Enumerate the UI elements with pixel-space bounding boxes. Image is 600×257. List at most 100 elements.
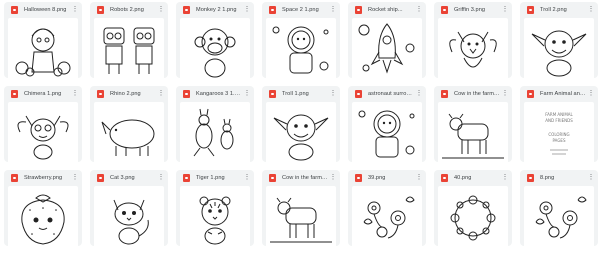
more-options-icon[interactable]: ⋮ bbox=[500, 6, 510, 13]
file-tile[interactable]: 40.png ⋮ bbox=[434, 170, 512, 246]
file-tile[interactable]: Monkey 2 1.png ⋮ bbox=[176, 2, 254, 78]
file-tile[interactable]: Kangaroos 3 1.png ⋮ bbox=[176, 86, 254, 162]
more-options-icon[interactable]: ⋮ bbox=[242, 6, 252, 13]
file-tile-header: Rocket ship... ⋮ bbox=[348, 2, 426, 17]
file-name: Kangaroos 3 1.png bbox=[196, 90, 242, 97]
more-options-icon[interactable]: ⋮ bbox=[242, 90, 252, 97]
file-thumbnail bbox=[266, 18, 336, 78]
more-options-icon[interactable]: ⋮ bbox=[70, 90, 80, 97]
file-tile[interactable]: Space 2 1.png ⋮ bbox=[262, 2, 340, 78]
troll-drawing bbox=[531, 30, 587, 77]
file-name: astronaut surrounde... bbox=[368, 90, 414, 97]
image-file-icon bbox=[527, 5, 534, 14]
file-tile[interactable]: Tiger 1.png ⋮ bbox=[176, 170, 254, 246]
file-tile-header: Chimera 1.png ⋮ bbox=[4, 86, 82, 101]
astronaut-drawing bbox=[272, 26, 329, 74]
file-thumbnail bbox=[524, 186, 594, 246]
image-file-icon bbox=[441, 89, 448, 98]
file-tile-header: Griffin 3.png ⋮ bbox=[434, 2, 512, 17]
more-options-icon[interactable]: ⋮ bbox=[414, 90, 424, 97]
image-file-icon bbox=[11, 173, 18, 182]
file-tile-header: Robots 2.png ⋮ bbox=[90, 2, 168, 17]
image-file-icon bbox=[355, 5, 362, 14]
file-tile-header: Space 2 1.png ⋮ bbox=[262, 2, 340, 17]
more-options-icon[interactable]: ⋮ bbox=[500, 174, 510, 181]
more-options-icon[interactable]: ⋮ bbox=[156, 174, 166, 181]
file-name: Cat 3.png bbox=[110, 174, 135, 181]
file-name: Cow in the farm 2.png bbox=[454, 90, 500, 97]
more-options-icon[interactable]: ⋮ bbox=[414, 174, 424, 181]
flowers-drawing bbox=[363, 196, 415, 239]
file-tile-header: Cat 3.png ⋮ bbox=[90, 170, 168, 185]
file-name: Halloween 8.png bbox=[24, 6, 67, 13]
more-options-icon[interactable]: ⋮ bbox=[500, 90, 510, 97]
more-options-icon[interactable]: ⋮ bbox=[70, 174, 80, 181]
more-options-icon[interactable]: ⋮ bbox=[414, 6, 424, 13]
file-thumbnail bbox=[352, 186, 422, 246]
image-file-icon bbox=[11, 5, 18, 14]
file-tile[interactable]: Chimera 1.png ⋮ bbox=[4, 86, 82, 162]
file-tile-header: Kangaroos 3 1.png ⋮ bbox=[176, 86, 254, 101]
file-thumbnail bbox=[180, 18, 250, 78]
file-thumbnail bbox=[438, 186, 508, 246]
image-file-icon bbox=[441, 173, 448, 182]
file-tile[interactable]: Rocket ship... ⋮ bbox=[348, 2, 426, 78]
file-tile-header: astronaut surrounde...⋮ bbox=[348, 86, 426, 101]
file-tile-header: Rhino 2.png ⋮ bbox=[90, 86, 168, 101]
more-options-icon[interactable]: ⋮ bbox=[328, 174, 338, 181]
image-file-icon bbox=[269, 173, 276, 182]
file-name: Griffin 3.png bbox=[454, 6, 486, 13]
file-name: 39.png bbox=[368, 174, 386, 181]
file-name: 40.png bbox=[454, 174, 472, 181]
more-options-icon[interactable]: ⋮ bbox=[328, 6, 338, 13]
file-thumbnail bbox=[438, 18, 508, 78]
image-file-icon bbox=[355, 173, 362, 182]
troll-drawing bbox=[273, 114, 329, 161]
image-file-icon bbox=[269, 89, 276, 98]
file-tile[interactable]: Cat 3.png ⋮ bbox=[90, 170, 168, 246]
file-thumbnail: FARM ANIMAL AND FRIENDS COLORING PAGES bbox=[524, 102, 594, 162]
more-options-icon[interactable]: ⋮ bbox=[156, 90, 166, 97]
title-page-text: FARM ANIMAL bbox=[545, 112, 573, 117]
file-tile[interactable]: Halloween 8.png ⋮ bbox=[4, 2, 82, 78]
file-tile[interactable]: Cow in the farm 1.png⋮ bbox=[262, 170, 340, 246]
title-page-text: COLORING bbox=[548, 132, 569, 137]
tiger-drawing bbox=[199, 196, 231, 245]
file-thumbnail bbox=[266, 186, 336, 246]
file-thumbnail bbox=[352, 102, 422, 162]
file-name: Tiger 1.png bbox=[196, 174, 225, 181]
image-file-icon bbox=[97, 89, 104, 98]
file-thumbnail bbox=[8, 102, 78, 162]
monkey-drawing bbox=[194, 28, 236, 78]
file-tile[interactable]: Cow in the farm 2.png⋮ bbox=[434, 86, 512, 162]
image-file-icon bbox=[97, 5, 104, 14]
file-tile[interactable]: 8.png ⋮ bbox=[520, 170, 598, 246]
file-tile[interactable]: Griffin 3.png ⋮ bbox=[434, 2, 512, 78]
flowers-drawing bbox=[535, 196, 587, 239]
file-name: Cow in the farm 1.png bbox=[282, 174, 328, 181]
image-file-icon bbox=[527, 173, 534, 182]
cat-drawing bbox=[113, 199, 149, 245]
file-name: Space 2 1.png bbox=[282, 6, 319, 13]
file-tile[interactable]: Farm Animal and... ⋮ FARM ANIMAL AND FRIEND… bbox=[520, 86, 598, 162]
file-tile-header: 40.png ⋮ bbox=[434, 170, 512, 185]
file-tile-header: Troll 2.png ⋮ bbox=[520, 2, 598, 17]
more-options-icon[interactable]: ⋮ bbox=[586, 90, 596, 97]
file-thumbnail bbox=[94, 186, 164, 246]
more-options-icon[interactable]: ⋮ bbox=[328, 90, 338, 97]
more-options-icon[interactable]: ⋮ bbox=[70, 6, 80, 13]
file-tile[interactable]: Troll 1.png ⋮ bbox=[262, 86, 340, 162]
file-tile-header: Halloween 8.png ⋮ bbox=[4, 2, 82, 17]
file-tile[interactable]: Troll 2.png ⋮ bbox=[520, 2, 598, 78]
strawberry-drawing bbox=[21, 194, 65, 245]
file-tile-header: Troll 1.png ⋮ bbox=[262, 86, 340, 101]
file-tile[interactable]: Strawberry.png ⋮ bbox=[4, 170, 82, 246]
file-tile[interactable]: Robots 2.png ⋮ bbox=[90, 2, 168, 78]
more-options-icon[interactable]: ⋮ bbox=[586, 6, 596, 13]
more-options-icon[interactable]: ⋮ bbox=[156, 6, 166, 13]
more-options-icon[interactable]: ⋮ bbox=[586, 174, 596, 181]
more-options-icon[interactable]: ⋮ bbox=[242, 174, 252, 181]
file-tile[interactable]: Rhino 2.png ⋮ bbox=[90, 86, 168, 162]
file-tile[interactable]: astronaut surrounde...⋮ bbox=[348, 86, 426, 162]
file-tile[interactable]: 39.png ⋮ bbox=[348, 170, 426, 246]
